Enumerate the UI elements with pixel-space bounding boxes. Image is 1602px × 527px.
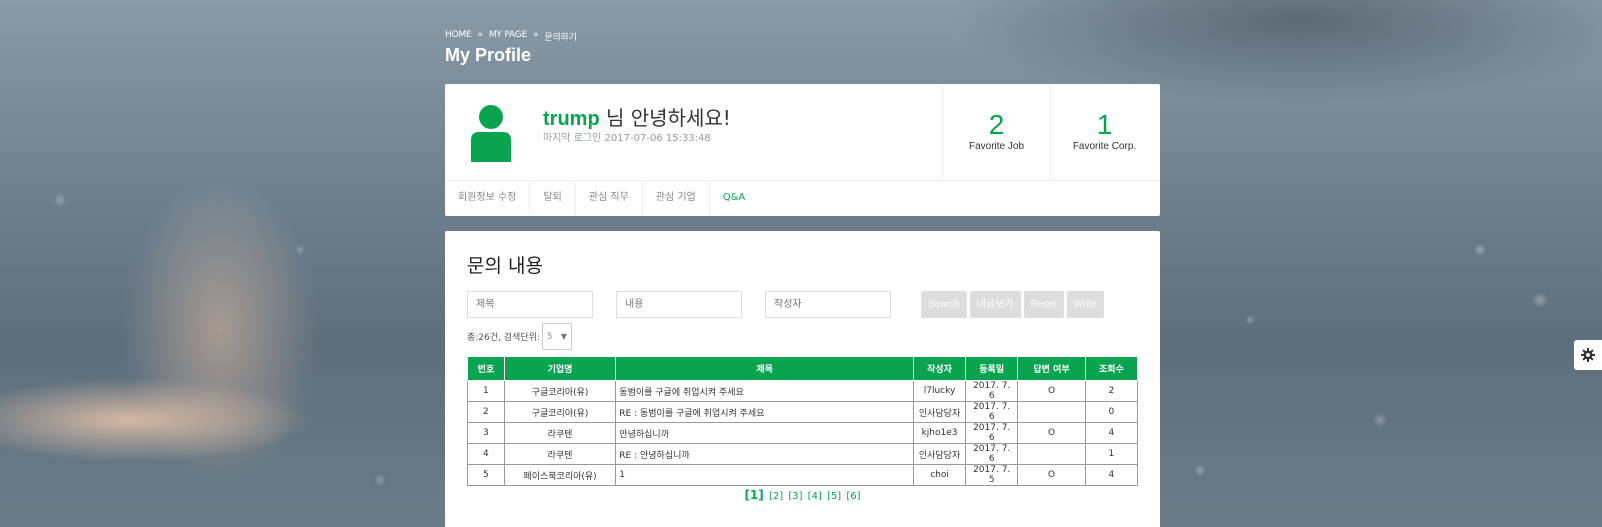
col-header-author: 작성자 [912, 356, 967, 381]
cell-date: 2017. 7. 5 [965, 464, 1019, 486]
cell-views: 0 [1084, 401, 1139, 423]
author-search-input[interactable] [765, 291, 891, 318]
section-title: 문의 내용 [467, 255, 543, 277]
cell-date: 2017. 7. 6 [965, 380, 1019, 402]
cell-no: 4 [467, 443, 505, 465]
table-row[interactable]: 5 페이스북코리아(유) 1 choi 2017. 7. 5 O 4 [467, 464, 1139, 486]
cell-company: 라쿠텐 [503, 422, 617, 444]
tab-favorite-corps[interactable]: 관심 기업 [643, 181, 710, 215]
gear-icon [1581, 348, 1595, 362]
last-login: 마지막 로그인 2017-07-06 15:33:48 [543, 133, 711, 144]
cell-author: 인사담당자 [912, 443, 967, 465]
breadcrumb-separator-icon: » [477, 30, 484, 40]
tab-withdraw[interactable]: 탈퇴 [530, 181, 576, 215]
greeting-text: 님 안녕하세요! [599, 106, 731, 130]
breadcrumb-current: 문의하기 [544, 33, 577, 43]
settings-toggle[interactable] [1574, 340, 1602, 370]
tab-favorite-jobs[interactable]: 관심 직무 [576, 181, 643, 215]
qna-table: 번호 기업명 제목 작성자 등록일 답변 여부 조회수 1 구글코리아(유) 동… [467, 356, 1139, 486]
page-unit-value: 5 [546, 331, 553, 342]
page-link-4[interactable]: [4] [808, 491, 822, 502]
cell-no: 3 [467, 422, 505, 444]
search-button[interactable]: Search [921, 291, 967, 318]
cell-views: 2 [1084, 380, 1139, 402]
breadcrumb-home[interactable]: HOME [445, 30, 472, 43]
table-header-row: 번호 기업명 제목 작성자 등록일 답변 여부 조회수 [467, 356, 1139, 381]
tab-edit-info[interactable]: 회원정보 수정 [445, 181, 531, 215]
content-search-input[interactable] [616, 291, 742, 318]
page-link-5[interactable]: [5] [827, 491, 841, 502]
title-search-input[interactable] [467, 291, 593, 318]
favorite-job-count: 2 [988, 109, 1005, 140]
favorite-job-stat[interactable]: 2 Favorite Job [942, 84, 1050, 181]
qna-card: 문의 내용 Search 내글보기 Reset Write 총:26건, 검색단… [445, 231, 1160, 527]
pagination: [1] [2] [3] [4] [5] [6] [445, 488, 1160, 502]
cell-company: 라쿠텐 [503, 443, 617, 465]
page-link-6[interactable]: [6] [846, 491, 860, 502]
col-header-date: 등록일 [965, 356, 1019, 381]
favorite-corp-count: 1 [1096, 109, 1113, 140]
cell-views: 4 [1084, 464, 1139, 486]
table-row[interactable]: 4 라쿠텐 RE : 안녕하십니까 인사담당자 2017. 7. 6 1 [467, 443, 1139, 465]
page-link-1[interactable]: [1] [744, 488, 763, 502]
favorite-corp-label: Favorite Corp. [1072, 141, 1137, 152]
search-bar: Search 내글보기 Reset Write [467, 291, 1104, 318]
breadcrumb: HOME » MY PAGE » 문의하기 [445, 30, 1160, 43]
cell-no: 5 [467, 464, 505, 486]
cell-views: 4 [1084, 422, 1139, 444]
cell-answered: O [1017, 422, 1086, 444]
col-header-answered: 답변 여부 [1017, 356, 1086, 381]
table-row[interactable]: 3 라쿠텐 안녕하십니까 kjho1e3 2017. 7. 6 O 4 [467, 422, 1139, 444]
page-unit-select[interactable]: 5 ▼ [541, 323, 572, 350]
profile-card: trump 님 안녕하세요! 마지막 로그인 2017-07-06 15:33:… [445, 84, 1160, 216]
page-link-3[interactable]: [3] [788, 491, 802, 502]
cell-author: kjho1e3 [912, 422, 967, 444]
breadcrumb-separator-icon: » [533, 30, 539, 40]
cell-company: 구글코리아(유) [503, 401, 617, 423]
cell-date: 2017. 7. 6 [965, 443, 1019, 465]
cell-answered: O [1017, 380, 1086, 402]
col-header-no: 번호 [467, 356, 505, 381]
user-avatar-icon [471, 105, 511, 162]
write-button[interactable]: Write [1066, 291, 1104, 318]
page-link-2[interactable]: [2] [769, 491, 783, 502]
page-header: HOME » MY PAGE » 문의하기 My Profile [445, 30, 1160, 66]
cell-author: 인사담당자 [912, 401, 967, 423]
cell-title[interactable]: 동범이를 구글에 취업시켜 주세요 [615, 380, 914, 402]
dropdown-arrow-icon: ▼ [560, 332, 567, 341]
cell-company: 페이스북코리아(유) [503, 464, 617, 486]
cell-company: 구글코리아(유) [503, 380, 617, 402]
page-title: My Profile [445, 45, 532, 65]
result-summary: 총:26건, 검색단위: [467, 333, 540, 343]
tab-qna[interactable]: Q&A [710, 181, 759, 215]
breadcrumb-mypage[interactable]: MY PAGE [489, 30, 527, 43]
cell-author: l7lucky [912, 380, 967, 402]
profile-tabs: 회원정보 수정 탈퇴 관심 직무 관심 기업 Q&A [445, 181, 1160, 215]
cell-answered [1017, 443, 1086, 465]
cell-title[interactable]: 1 [615, 464, 914, 486]
cell-date: 2017. 7. 6 [965, 401, 1019, 423]
cell-date: 2017. 7. 6 [965, 422, 1019, 444]
cell-title[interactable]: RE : 안녕하십니까 [615, 443, 914, 465]
table-row[interactable]: 1 구글코리아(유) 동범이를 구글에 취업시켜 주세요 l7lucky 201… [467, 380, 1139, 402]
cell-no: 2 [467, 401, 505, 423]
cell-answered: O [1017, 464, 1086, 486]
cell-title[interactable]: RE : 동범이를 구글에 취업시켜 주세요 [615, 401, 914, 423]
cell-answered [1017, 401, 1086, 423]
table-row[interactable]: 2 구글코리아(유) RE : 동범이를 구글에 취업시켜 주세요 인사담당자 … [467, 401, 1139, 423]
reset-button[interactable]: Reset [1023, 291, 1064, 318]
username: trump [543, 108, 600, 130]
col-header-company: 기업명 [503, 356, 617, 381]
my-posts-button[interactable]: 내글보기 [969, 291, 1021, 318]
col-header-views: 조회수 [1084, 356, 1139, 381]
cell-no: 1 [467, 380, 505, 402]
result-meta: 총:26건, 검색단위: 5 ▼ [467, 323, 572, 350]
cell-author: choi [912, 464, 967, 486]
favorite-corp-stat[interactable]: 1 Favorite Corp. [1050, 84, 1158, 181]
col-header-title: 제목 [615, 356, 914, 381]
favorite-job-label: Favorite Job [968, 141, 1025, 152]
greeting: trump 님 안녕하세요! [543, 102, 731, 131]
cell-title[interactable]: 안녕하십니까 [615, 422, 914, 444]
cell-views: 1 [1084, 443, 1139, 465]
